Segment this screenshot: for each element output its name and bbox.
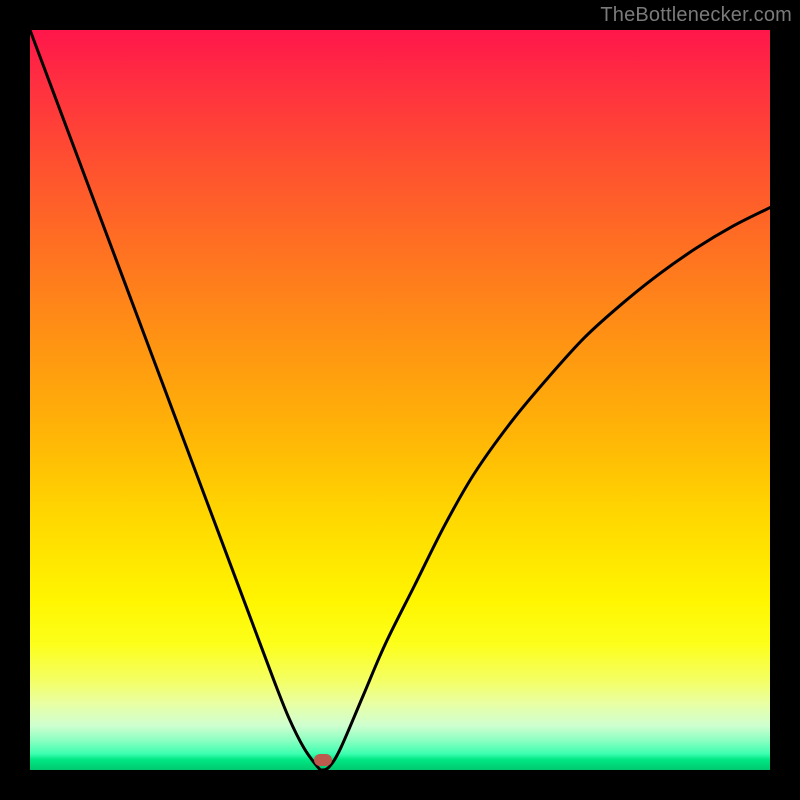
- bottleneck-curve: [30, 30, 770, 770]
- watermark-text: TheBottlenecker.com: [600, 4, 792, 27]
- plot-area: [30, 30, 770, 770]
- optimal-point-marker: [314, 754, 332, 766]
- chart-frame: TheBottlenecker.com: [0, 0, 800, 800]
